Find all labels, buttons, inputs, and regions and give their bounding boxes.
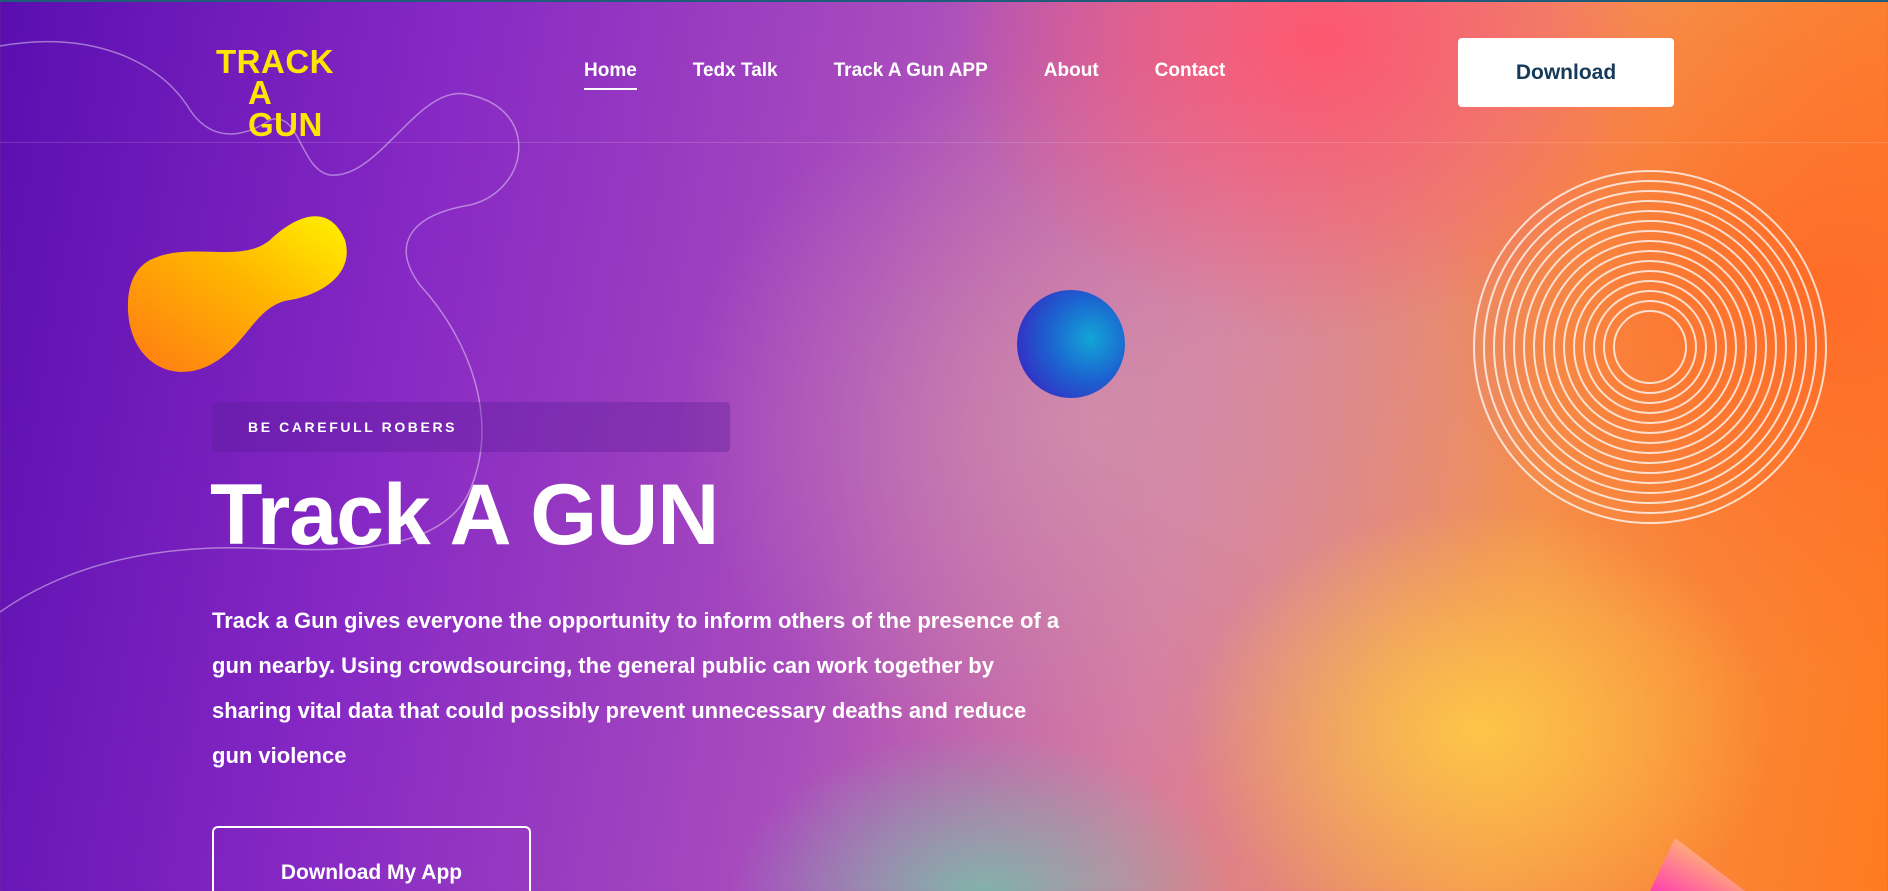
logo-line-1: TRACK: [216, 43, 334, 80]
main-nav: Home Tedx Talk Track A Gun APP About Con…: [584, 60, 1225, 90]
hero-badge: BE CAREFULL ROBERS: [212, 402, 730, 452]
download-my-app-button[interactable]: Download My App: [212, 826, 531, 891]
nav-home[interactable]: Home: [584, 60, 637, 90]
nav-tedx-talk[interactable]: Tedx Talk: [693, 60, 778, 90]
blue-sphere: [1017, 290, 1125, 398]
yellow-blob: [127, 216, 347, 372]
logo[interactable]: TRACK A GUN: [216, 43, 346, 143]
nav-contact[interactable]: Contact: [1155, 60, 1226, 90]
top-accent-line: [0, 0, 1888, 2]
nav-about[interactable]: About: [1044, 60, 1099, 90]
logo-line-2: A GUN: [248, 74, 323, 143]
concentric-rings: [1473, 170, 1827, 524]
hero-badge-text: BE CAREFULL ROBERS: [248, 419, 458, 435]
nav-track-a-gun-app[interactable]: Track A Gun APP: [834, 60, 988, 90]
hero-title: Track A GUN: [210, 467, 719, 563]
download-button[interactable]: Download: [1458, 38, 1674, 107]
triangle-shape: [1650, 838, 1745, 891]
hero-description: Track a Gun gives everyone the opportuni…: [212, 608, 1060, 768]
